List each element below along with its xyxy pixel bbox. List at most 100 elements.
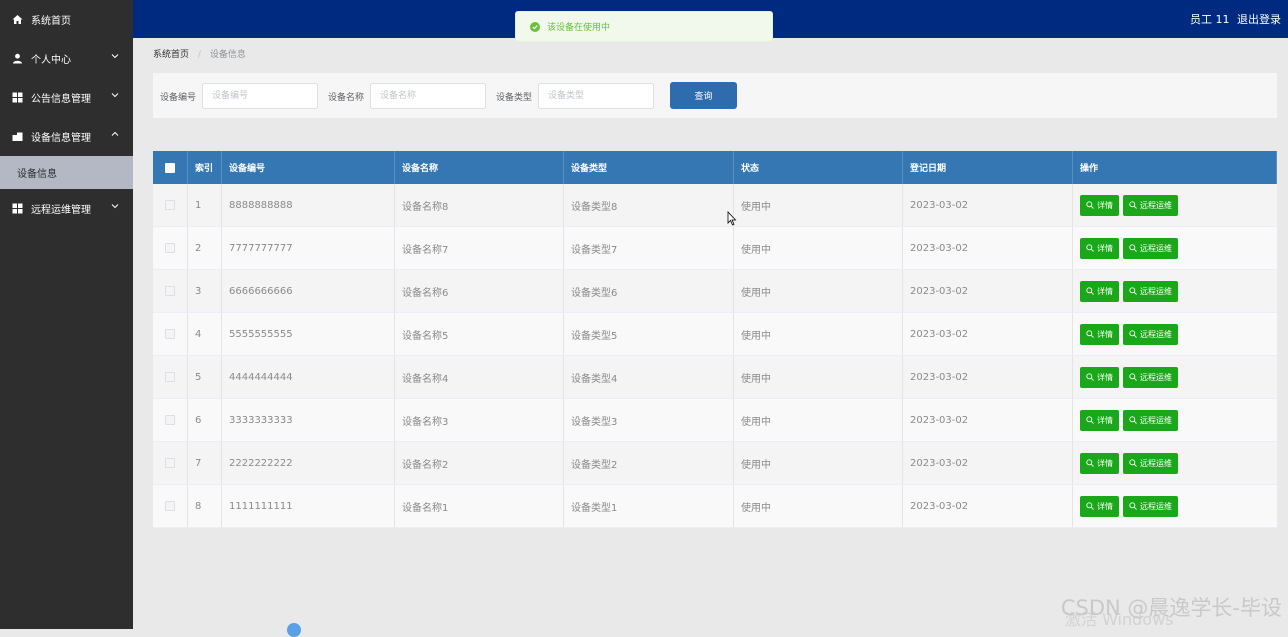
- user-name: 员工 11: [1190, 13, 1230, 26]
- sidebar: 系统首页 个人中心 公告信息管理 设备信息管理 设备信息 远程运维管理: [0, 0, 133, 629]
- user-icon: [12, 53, 23, 64]
- sidebar-item-device[interactable]: 设备信息管理: [0, 117, 133, 156]
- cell-status: 使用中: [734, 356, 903, 398]
- table-header: 索引 设备编号 设备名称 设备类型 状态 登记日期 操作: [153, 151, 1277, 184]
- success-toast: 该设备在使用中: [515, 11, 773, 42]
- row-select-cell: [153, 227, 188, 269]
- cell-type: 设备类型4: [564, 356, 734, 398]
- row-checkbox[interactable]: [165, 415, 175, 425]
- row-checkbox[interactable]: [165, 286, 175, 296]
- row-select-cell: [153, 485, 188, 527]
- remote-maintenance-button[interactable]: 远程运维: [1123, 409, 1178, 431]
- search-icon: [1129, 459, 1137, 467]
- logout-link[interactable]: 退出登录: [1237, 13, 1281, 26]
- chevron-down-icon: [111, 52, 119, 60]
- table-row[interactable]: 1 8888888888 设备名称8 设备类型8 使用中 2023-03-02 详情 远程运维: [153, 184, 1277, 227]
- detail-button[interactable]: 详情: [1080, 323, 1119, 345]
- floating-dot-icon: [287, 623, 301, 637]
- table-row[interactable]: 7 2222222222 设备名称2 设备类型2 使用中 2023-03-02 详情 远程运维: [153, 442, 1277, 485]
- cell-name: 设备名称2: [395, 442, 564, 484]
- detail-button[interactable]: 详情: [1080, 194, 1119, 216]
- sidebar-item-remote[interactable]: 远程运维管理: [0, 189, 133, 228]
- table-row[interactable]: 2 7777777777 设备名称7 设备类型7 使用中 2023-03-02 详情 远程运维: [153, 227, 1277, 270]
- search-icon: [1086, 502, 1094, 510]
- sidebar-subitem-device-info[interactable]: 设备信息: [0, 156, 133, 189]
- user-area: 员工 11 退出登录: [1186, 11, 1281, 27]
- cell-index: 5: [188, 356, 222, 398]
- sidebar-item-profile[interactable]: 个人中心: [0, 39, 133, 78]
- column-header-actions: 操作: [1073, 151, 1277, 184]
- search-icon: [1086, 459, 1094, 467]
- search-icon: [1086, 244, 1094, 252]
- detail-button-label: 详情: [1097, 243, 1113, 253]
- table-row[interactable]: 5 4444444444 设备名称4 设备类型4 使用中 2023-03-02 详情 远程运维: [153, 356, 1277, 399]
- remote-maintenance-button[interactable]: 远程运维: [1123, 194, 1178, 216]
- select-all-checkbox[interactable]: [165, 162, 175, 173]
- search-icon: [1129, 244, 1137, 252]
- cell-type: 设备类型8: [564, 184, 734, 226]
- remote-maintenance-button[interactable]: 远程运维: [1123, 280, 1178, 302]
- cell-name: 设备名称4: [395, 356, 564, 398]
- remote-button-label: 远程运维: [1140, 200, 1172, 210]
- cell-type: 设备类型6: [564, 270, 734, 312]
- sidebar-item-label: 公告信息管理: [31, 94, 91, 105]
- cell-index: 2: [188, 227, 222, 269]
- cell-date: 2023-03-02: [903, 313, 1073, 355]
- remote-maintenance-button[interactable]: 远程运维: [1123, 495, 1178, 517]
- chevron-down-icon: [111, 202, 119, 210]
- cell-name: 设备名称8: [395, 184, 564, 226]
- row-select-cell: [153, 442, 188, 484]
- row-checkbox[interactable]: [165, 501, 175, 511]
- column-header-type: 设备类型: [564, 151, 734, 184]
- detail-button[interactable]: 详情: [1080, 366, 1119, 388]
- cell-status: 使用中: [734, 485, 903, 527]
- cell-date: 2023-03-02: [903, 356, 1073, 398]
- search-input-type[interactable]: [538, 83, 655, 109]
- detail-button[interactable]: 详情: [1080, 409, 1119, 431]
- search-field-type: 设备类型: [496, 83, 655, 109]
- table-row[interactable]: 3 6666666666 设备名称6 设备类型6 使用中 2023-03-02 详情 远程运维: [153, 270, 1277, 313]
- table-body: 1 8888888888 设备名称8 设备类型8 使用中 2023-03-02 详情 远程运维…: [153, 184, 1277, 528]
- row-checkbox[interactable]: [165, 458, 175, 468]
- column-header-date: 登记日期: [903, 151, 1073, 184]
- remote-maintenance-button[interactable]: 远程运维: [1123, 452, 1178, 474]
- row-checkbox[interactable]: [165, 372, 175, 382]
- remote-maintenance-button[interactable]: 远程运维: [1123, 237, 1178, 259]
- cell-date: 2023-03-02: [903, 399, 1073, 441]
- breadcrumb-separator: /: [197, 50, 201, 60]
- cell-date: 2023-03-02: [903, 485, 1073, 527]
- row-checkbox[interactable]: [165, 243, 175, 253]
- row-checkbox[interactable]: [165, 200, 175, 210]
- cell-type: 设备类型7: [564, 227, 734, 269]
- remote-button-label: 远程运维: [1140, 501, 1172, 511]
- table-row[interactable]: 4 5555555555 设备名称5 设备类型5 使用中 2023-03-02 详情 远程运维: [153, 313, 1277, 356]
- detail-button[interactable]: 详情: [1080, 452, 1119, 474]
- cell-index: 3: [188, 270, 222, 312]
- sidebar-item-notice[interactable]: 公告信息管理: [0, 78, 133, 117]
- detail-button[interactable]: 详情: [1080, 237, 1119, 259]
- table-row[interactable]: 6 3333333333 设备名称3 设备类型3 使用中 2023-03-02 详情 远程运维: [153, 399, 1277, 442]
- detail-button-label: 详情: [1097, 329, 1113, 339]
- cell-index: 7: [188, 442, 222, 484]
- search-input-name[interactable]: [370, 83, 487, 109]
- sidebar-item-home[interactable]: 系统首页: [0, 0, 133, 39]
- search-input-code[interactable]: [202, 83, 319, 109]
- column-header-status: 状态: [734, 151, 903, 184]
- search-label-code: 设备编号: [160, 92, 197, 103]
- remote-maintenance-button[interactable]: 远程运维: [1123, 323, 1178, 345]
- mouse-cursor-icon: [727, 210, 737, 227]
- table-row[interactable]: 8 1111111111 设备名称1 设备类型1 使用中 2023-03-02 详情 远程运维: [153, 485, 1277, 528]
- detail-button[interactable]: 详情: [1080, 495, 1119, 517]
- row-checkbox[interactable]: [165, 329, 175, 339]
- device-icon: [12, 131, 23, 142]
- detail-button[interactable]: 详情: [1080, 280, 1119, 302]
- grid-icon: [12, 203, 23, 214]
- cell-actions: 详情 远程运维: [1073, 313, 1277, 355]
- breadcrumb-home[interactable]: 系统首页: [153, 50, 189, 60]
- cell-type: 设备类型3: [564, 399, 734, 441]
- cell-name: 设备名称1: [395, 485, 564, 527]
- query-button[interactable]: 查询: [670, 82, 737, 109]
- remote-maintenance-button[interactable]: 远程运维: [1123, 366, 1178, 388]
- cell-actions: 详情 远程运维: [1073, 356, 1277, 398]
- csdn-watermark: CSDN @晨逸学长-毕设: [1060, 596, 1282, 620]
